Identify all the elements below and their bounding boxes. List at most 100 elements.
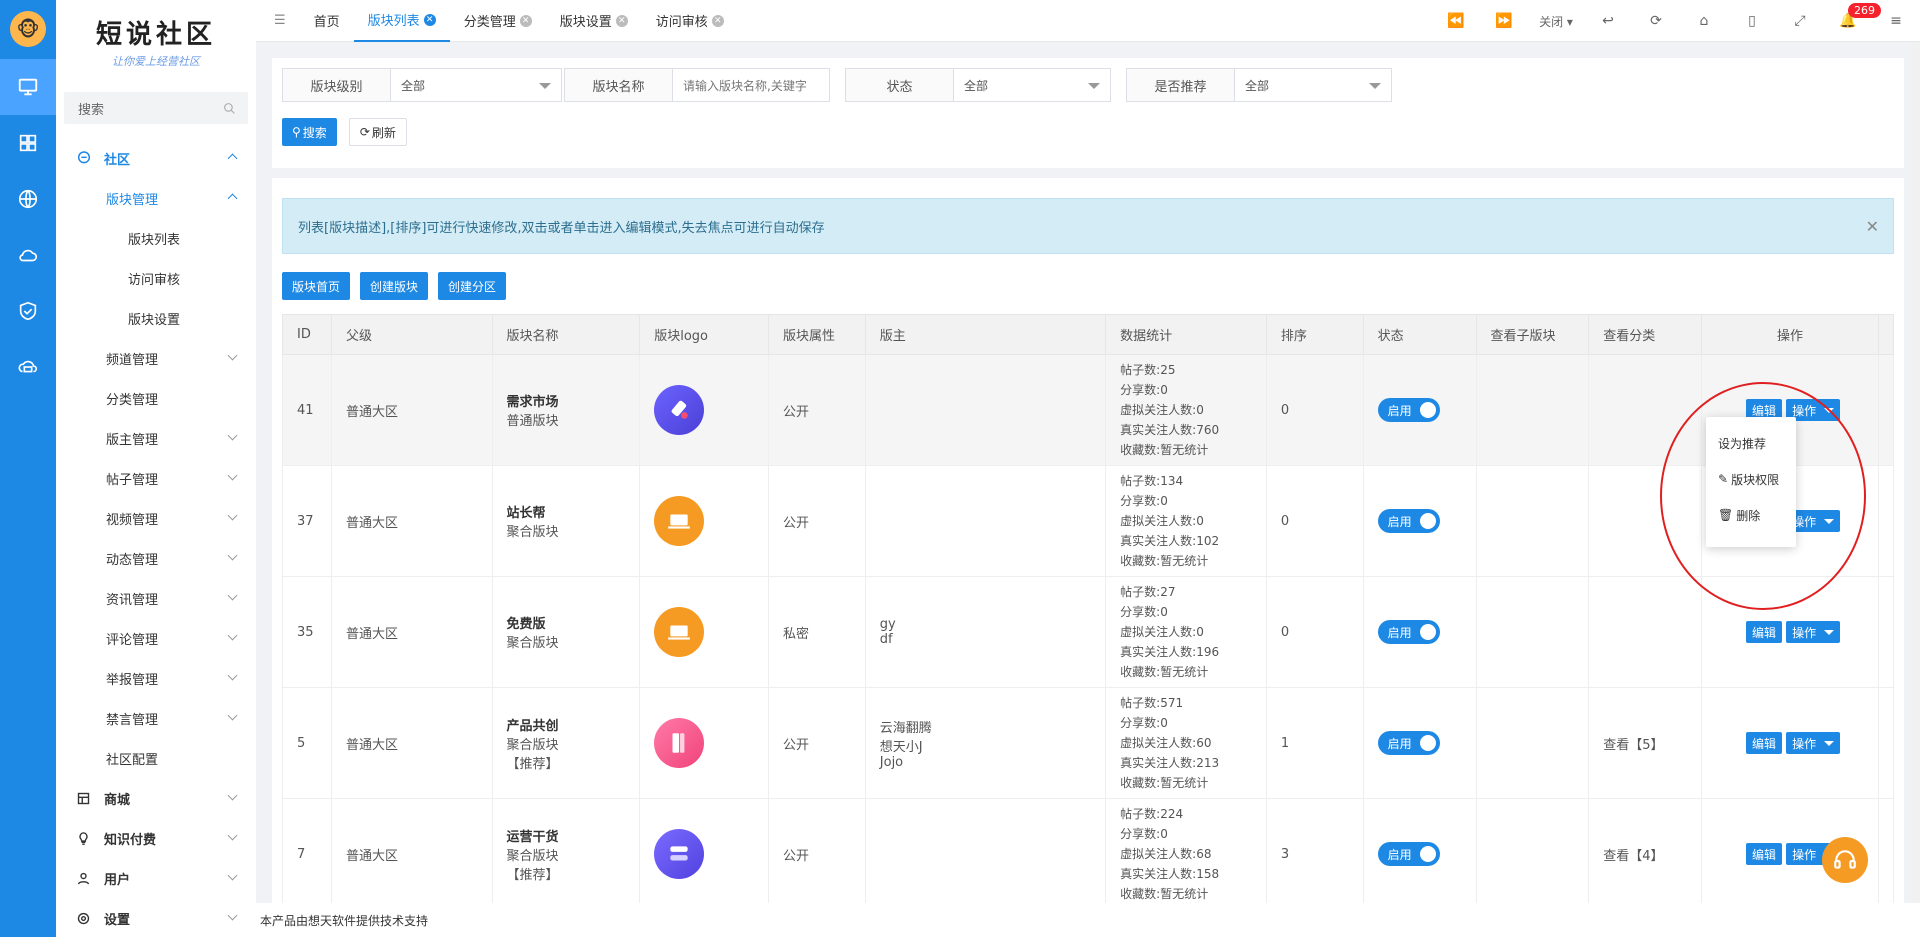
- cell-sort[interactable]: 0: [1265, 465, 1364, 577]
- sidebar-item-posts[interactable]: 帖子管理: [56, 458, 256, 498]
- filter-recommend-label: 是否推荐: [1127, 69, 1235, 101]
- sidebar-item-board-list[interactable]: 版块列表: [56, 218, 256, 258]
- sidebar-item-access-review[interactable]: 访问审核: [56, 258, 256, 298]
- sidebar-item-channel[interactable]: 频道管理: [56, 338, 256, 378]
- create-board-button[interactable]: 创建版块: [360, 272, 429, 300]
- sidebar-item-moderator[interactable]: 版主管理: [56, 418, 256, 458]
- filter-level-select[interactable]: 全部: [391, 69, 561, 101]
- fast-forward-icon[interactable]: ⏩: [1480, 13, 1528, 29]
- sidebar-item-community-config[interactable]: 社区配置: [56, 738, 256, 778]
- mobile-icon[interactable]: ▯: [1728, 13, 1776, 29]
- close-icon[interactable]: ✕: [423, 13, 436, 26]
- cell-categories[interactable]: 查看【4】: [1588, 798, 1703, 910]
- cell-sort[interactable]: 0: [1265, 354, 1364, 466]
- shield-icon[interactable]: [0, 283, 56, 339]
- fullscreen-icon[interactable]: ⤢: [1776, 13, 1824, 29]
- filter-status-select[interactable]: 全部: [954, 69, 1110, 101]
- caret-down-icon: [1824, 629, 1835, 635]
- headset-icon[interactable]: [1822, 837, 1868, 883]
- sidebar-item-comments[interactable]: 评论管理: [56, 618, 256, 658]
- sidebar-item-knowledge[interactable]: 知识付费: [56, 818, 256, 858]
- menu-item-set-recommend[interactable]: 设为推荐: [1706, 425, 1796, 461]
- chevron-down-icon: [227, 510, 238, 521]
- edit-button[interactable]: 编辑: [1746, 621, 1783, 643]
- menu-item-board-permission[interactable]: ✎ 版块权限: [1706, 461, 1796, 497]
- cell-sort[interactable]: 0: [1265, 576, 1364, 688]
- cell-sort[interactable]: 1: [1265, 687, 1364, 799]
- board-type: 普通版块: [506, 414, 559, 429]
- sidebar-item-videos[interactable]: 视频管理: [56, 498, 256, 538]
- board-home-button[interactable]: 版块首页: [282, 272, 351, 300]
- op-dropdown-button[interactable]: 操作: [1786, 732, 1841, 754]
- stat-favorites: 收藏数:暂无统计: [1120, 887, 1209, 901]
- sidebar-item-label: 设置: [104, 912, 131, 928]
- store-icon: [76, 791, 92, 806]
- more-menu-icon[interactable]: ≡: [1872, 13, 1920, 29]
- menu-item-label: 版块权限: [1731, 472, 1780, 487]
- refresh-button[interactable]: ⟳ 刷新: [348, 118, 407, 146]
- stat-virtual-followers: 虚拟关注人数:0: [1120, 625, 1204, 639]
- gear-icon: [76, 911, 92, 926]
- cell-categories[interactable]: [1588, 576, 1703, 688]
- cell-categories[interactable]: [1588, 465, 1703, 577]
- tab-home[interactable]: 首页: [300, 0, 354, 42]
- back-icon[interactable]: ↩: [1584, 13, 1632, 29]
- scrollbar[interactable]: [1912, 42, 1920, 903]
- home-icon[interactable]: ⌂: [1680, 13, 1728, 29]
- status-toggle[interactable]: 启用: [1377, 731, 1440, 755]
- sidebar-item-label: 频道管理: [106, 352, 159, 368]
- menu-fold-icon[interactable]: ☰: [256, 0, 300, 42]
- status-toggle[interactable]: 启用: [1377, 842, 1440, 866]
- close-icon[interactable]: ✕: [1866, 217, 1879, 236]
- tab-category[interactable]: 分类管理 ✕: [450, 0, 546, 42]
- close-dropdown[interactable]: 关闭 ▾: [1528, 13, 1584, 30]
- status-toggle[interactable]: 启用: [1377, 509, 1440, 533]
- sidebar-item-label: 视频管理: [106, 512, 159, 528]
- close-icon[interactable]: ✕: [519, 14, 532, 27]
- tab-access-review[interactable]: 访问审核 ✕: [642, 0, 738, 42]
- sidebar-item-community[interactable]: 社区: [56, 138, 256, 178]
- tab-board-list[interactable]: 版块列表 ✕: [353, 0, 450, 42]
- cell-sort[interactable]: 3: [1265, 798, 1364, 910]
- sidebar-item-reports[interactable]: 举报管理: [56, 658, 256, 698]
- sidebar-search[interactable]: 搜索: [64, 92, 248, 124]
- sidebar-item-users[interactable]: 用户: [56, 858, 256, 898]
- globe-icon[interactable]: [0, 171, 56, 227]
- search-button[interactable]: ⚲ 搜索: [282, 118, 337, 146]
- filter-recommend: 是否推荐 全部: [1126, 68, 1392, 102]
- sidebar-item-board-settings[interactable]: 版块设置: [56, 298, 256, 338]
- cell-categories[interactable]: 查看【5】: [1588, 687, 1703, 799]
- sidebar-item-feeds[interactable]: 动态管理: [56, 538, 256, 578]
- sidebar-item-news[interactable]: 资讯管理: [56, 578, 256, 618]
- menu-item-delete[interactable]: 🗑 删除: [1706, 497, 1796, 533]
- filter-name-input[interactable]: 请输入版块名称,关键字: [673, 69, 829, 101]
- refresh-icon[interactable]: ⟳: [1632, 13, 1680, 29]
- edit-button[interactable]: 编辑: [1746, 732, 1783, 754]
- cell-stats: 帖子数:571 分享数:0 虚拟关注人数:60 真实关注人数:213 收藏数:暂无统计: [1105, 687, 1267, 799]
- rewind-icon[interactable]: ⏪: [1432, 13, 1480, 29]
- sidebar-item-mute[interactable]: 禁言管理: [56, 698, 256, 738]
- grid-icon[interactable]: [0, 115, 56, 171]
- tab-label: 访问审核: [655, 15, 708, 30]
- close-icon[interactable]: ✕: [711, 14, 724, 27]
- monitor-icon[interactable]: [0, 59, 56, 115]
- op-dropdown-button[interactable]: 操作: [1786, 621, 1841, 643]
- sidebar-item-board-manage[interactable]: 版块管理: [56, 178, 256, 218]
- avatar[interactable]: 🐵: [10, 11, 46, 47]
- cloud-sync-icon[interactable]: [0, 339, 56, 395]
- sidebar-item-settings[interactable]: 设置: [56, 898, 256, 937]
- cloud-icon[interactable]: [0, 227, 56, 283]
- status-toggle[interactable]: 启用: [1377, 620, 1440, 644]
- table-row: 41 普通大区 需求市场 普通版块 公开 帖子数:25 分享数:0 虚拟关注人数:0 真…: [282, 354, 1895, 466]
- filter-recommend-select[interactable]: 全部: [1235, 69, 1391, 101]
- tab-board-settings[interactable]: 版块设置 ✕: [546, 0, 642, 42]
- sidebar-item-mall[interactable]: 商城: [56, 778, 256, 818]
- bell-icon[interactable]: 🔔 269: [1824, 3, 1881, 29]
- status-toggle[interactable]: 启用: [1377, 398, 1440, 422]
- sidebar-item-category[interactable]: 分类管理: [56, 378, 256, 418]
- create-zone-button[interactable]: 创建分区: [438, 272, 507, 300]
- edit-button[interactable]: 编辑: [1746, 843, 1783, 865]
- close-icon[interactable]: ✕: [615, 14, 628, 27]
- cell-categories[interactable]: [1588, 354, 1703, 466]
- board-name: 产品共创: [506, 718, 559, 734]
